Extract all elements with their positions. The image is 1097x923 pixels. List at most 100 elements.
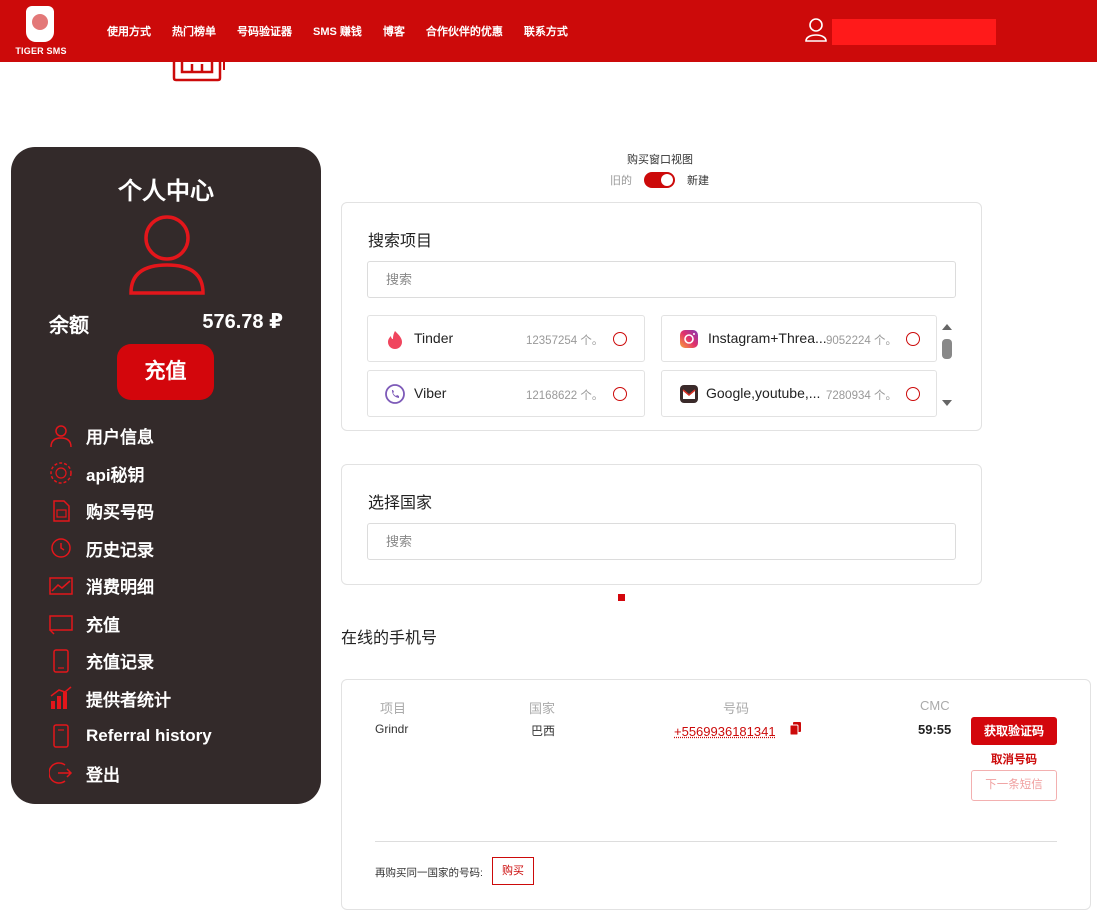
user-icon [50, 425, 72, 447]
service-radio[interactable] [613, 387, 627, 401]
account-menu: 用户信息 api秘钥 购买号码 历史记录 消费明细 充值 充值记录 提供者统计 [49, 417, 212, 792]
menu-item-history[interactable]: 历史记录 [49, 530, 212, 568]
panel-title: 个人中心 [118, 178, 214, 205]
menu-item-buy-number[interactable]: 购买号码 [49, 492, 212, 530]
get-code-button[interactable]: 获取验证码 [971, 717, 1057, 745]
view-toggle-title: 购买窗口视图 [627, 154, 693, 166]
menu-item-topup-history[interactable]: 充值记录 [49, 642, 212, 680]
service-count: 9052224 个。 [826, 335, 897, 347]
bar-chart-icon [50, 686, 72, 710]
rebuy-label: 再购买同一国家的号码: [375, 867, 483, 879]
viber-icon [385, 384, 405, 404]
nav-link-usage[interactable]: 使用方式 [107, 23, 151, 39]
menu-item-topup[interactable]: 充值 [49, 605, 212, 643]
avatar-icon [129, 215, 205, 295]
service-item-tinder[interactable]: Tinder 12357254 个。 [367, 315, 645, 362]
service-item-instagram[interactable]: Instagram+Threa... 9052224 个。 [661, 315, 937, 362]
username-redacted [832, 19, 996, 45]
service-name: Tinder [414, 330, 454, 346]
menu-label: 历史记录 [86, 540, 154, 560]
gmail-icon [680, 385, 698, 403]
sim-card-partial-icon [172, 56, 225, 82]
menu-item-spending[interactable]: 消费明细 [49, 567, 212, 605]
menu-label: 用户信息 [86, 428, 154, 448]
column-header-number: 号码 [723, 701, 750, 716]
nav-link-contact[interactable]: 联系方式 [524, 23, 568, 39]
api-key-icon [50, 462, 72, 484]
menu-label: 登出 [86, 765, 120, 785]
account-panel: 个人中心 余额 576.78 ₽ 充值 用户信息 api秘钥 购买号码 历史记录… [11, 147, 321, 804]
referral-icon [53, 724, 69, 748]
service-name: Viber [414, 385, 447, 401]
sim-card-icon [53, 500, 70, 522]
column-header-service: 项目 [380, 701, 407, 716]
service-count: 12168622 个。 [526, 390, 604, 402]
next-sms-button[interactable]: 下一条短信 [971, 770, 1057, 801]
cancel-number-link[interactable]: 取消号码 [991, 751, 1037, 767]
tinder-icon [388, 331, 402, 349]
nav-link-partner-offers[interactable]: 合作伙伴的优惠 [426, 23, 503, 39]
service-radio[interactable] [906, 332, 920, 346]
service-item-viber[interactable]: Viber 12168622 个。 [367, 370, 645, 417]
service-search-title: 搜索项目 [368, 233, 433, 250]
service-item-google[interactable]: Google,youtube,... 7280934 个。 [661, 370, 937, 417]
logout-icon [49, 762, 73, 784]
service-radio[interactable] [906, 387, 920, 401]
menu-label: 消费明细 [86, 578, 154, 598]
row-phone-number[interactable]: +5569936181341 [674, 724, 776, 739]
nav-link-number-checker[interactable]: 号码验证器 [237, 23, 292, 39]
service-radio[interactable] [613, 332, 627, 346]
nav-link-popular[interactable]: 热门榜单 [172, 23, 216, 39]
history-icon [51, 538, 71, 558]
country-search-input[interactable]: 搜索 [367, 523, 956, 560]
toggle-new-label: 新建 [687, 175, 709, 187]
nav-link-sms-earn[interactable]: SMS 赚钱 [313, 23, 362, 39]
tiger-sms-logo[interactable]: TIGER SMS [12, 6, 70, 58]
tiger-logo-icon [26, 6, 54, 42]
rebuy-button[interactable]: 购买 [492, 857, 534, 885]
service-name: Instagram+Threa... [708, 330, 827, 346]
logo-text: TIGER SMS [15, 46, 67, 56]
top-navigation-bar: TIGER SMS 使用方式 热门榜单 号码验证器 SMS 赚钱 博客 合作伙伴… [0, 0, 1097, 62]
column-header-country: 国家 [529, 701, 556, 716]
country-search-card: 选择国家 搜索 [341, 464, 982, 585]
menu-label: 充值记录 [86, 653, 154, 673]
menu-label: 充值 [86, 615, 120, 635]
menu-item-api-key[interactable]: api秘钥 [49, 455, 212, 493]
balance-value: 576.78 ₽ [202, 311, 283, 333]
loading-indicator [618, 594, 625, 601]
menu-label: api秘钥 [86, 465, 145, 485]
country-search-title: 选择国家 [368, 495, 433, 512]
menu-label: Referral history [86, 725, 212, 745]
menu-item-logout[interactable]: 登出 [49, 755, 212, 793]
online-numbers-title: 在线的手机号 [341, 630, 438, 647]
instagram-icon [680, 330, 698, 348]
wallet-icon [49, 615, 73, 635]
service-search-input[interactable]: 搜索 [367, 261, 956, 298]
nav-link-blog[interactable]: 博客 [383, 23, 405, 39]
receipt-icon [53, 649, 69, 673]
row-timer: 59:55 [918, 722, 952, 737]
service-name: Google,youtube,... [706, 385, 821, 401]
service-count: 12357254 个。 [526, 335, 604, 347]
service-search-card: 搜索项目 搜索 Tinder 12357254 个。 Instagram+Thr… [341, 202, 982, 431]
menu-item-referral-history[interactable]: Referral history [49, 717, 212, 755]
menu-item-user-info[interactable]: 用户信息 [49, 417, 212, 455]
menu-item-provider-stats[interactable]: 提供者统计 [49, 680, 212, 718]
chart-icon [49, 577, 73, 595]
topup-button[interactable]: 充值 [117, 344, 214, 400]
main-nav: 使用方式 热门榜单 号码验证器 SMS 赚钱 博客 合作伙伴的优惠 联系方式 [107, 23, 589, 39]
service-count: 7280934 个。 [826, 390, 897, 402]
menu-label: 购买号码 [86, 503, 154, 523]
view-toggle: 旧的 新建 [610, 172, 709, 188]
account-user-icon[interactable] [805, 18, 827, 42]
toggle-old-label: 旧的 [610, 175, 632, 187]
balance-label: 余额 [49, 315, 89, 337]
copy-icon[interactable] [790, 722, 801, 735]
column-header-cmc: CMC [920, 698, 950, 713]
menu-label: 提供者统计 [86, 690, 171, 710]
service-list-scrollbar[interactable] [939, 318, 955, 410]
divider [375, 841, 1057, 842]
view-toggle-switch[interactable] [644, 172, 675, 188]
row-country: 巴西 [531, 724, 556, 738]
